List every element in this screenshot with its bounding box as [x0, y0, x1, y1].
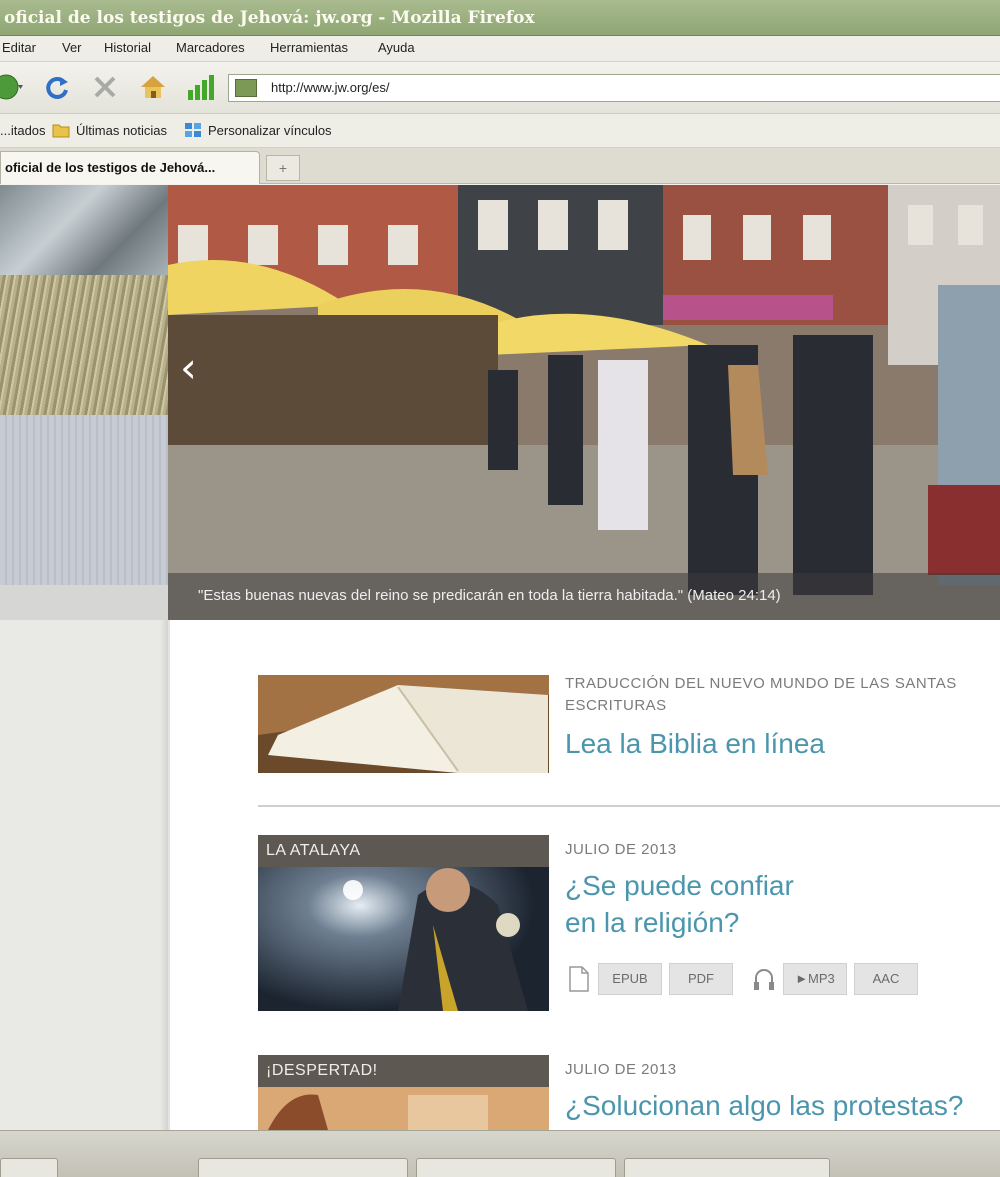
- document-icon: [566, 963, 592, 995]
- home-icon[interactable]: [138, 72, 168, 102]
- menu-herramientas[interactable]: Herramientas: [270, 40, 348, 55]
- bible-thumbnail[interactable]: [258, 675, 549, 773]
- article-headline[interactable]: ¿Solucionan algo las protestas?: [565, 1087, 963, 1124]
- menu-editar[interactable]: Editar: [2, 40, 36, 55]
- taskbar-item-firefox[interactable]: [198, 1158, 408, 1177]
- left-decorative-panel: [0, 185, 168, 1130]
- tab-active[interactable]: oficial de los testigos de Jehová...: [0, 151, 260, 184]
- web-page: ‹ "Estas buenas nuevas del reino se pred…: [0, 185, 1000, 1130]
- window-title: oficial de los testigos de Jehová: jw.or…: [4, 8, 535, 28]
- menu-bar: Editar Ver Historial Marcadores Herramie…: [0, 36, 1000, 62]
- os-taskbar: [0, 1130, 1000, 1177]
- menu-ver[interactable]: Ver: [62, 40, 82, 55]
- taskbar-item-2[interactable]: [416, 1158, 616, 1177]
- bookmark-most-visited[interactable]: ...itados: [0, 123, 46, 138]
- bookmark-customize-links[interactable]: Personalizar vínculos: [208, 123, 332, 138]
- tab-bar: oficial de los testigos de Jehová... +: [0, 148, 1000, 184]
- bookmarks-bar: ...itados Últimas noticias Personalizar …: [0, 114, 1000, 148]
- download-epub-button[interactable]: EPUB: [598, 963, 662, 995]
- thumb-label-text: ¡DESPERTAD!: [266, 1062, 378, 1079]
- article-kicker-line2: ESCRITURAS: [565, 697, 667, 714]
- signal-icon[interactable]: [186, 72, 216, 102]
- new-tab-button[interactable]: +: [266, 155, 300, 181]
- stop-icon[interactable]: [90, 72, 120, 102]
- article-headline-line2[interactable]: en la religión?: [565, 904, 739, 941]
- wall: [0, 415, 168, 585]
- bookmark-latest-news[interactable]: Últimas noticias: [76, 123, 167, 138]
- menu-ayuda[interactable]: Ayuda: [378, 40, 415, 55]
- tab-label: oficial de los testigos de Jehová...: [5, 160, 216, 175]
- article-date: JULIO DE 2013: [565, 841, 677, 858]
- ground: [0, 585, 168, 620]
- back-icon[interactable]: [0, 72, 24, 102]
- awake-thumbnail[interactable]: ¡DESPERTAD!: [258, 1055, 549, 1130]
- thumb-label-text: LA ATALAYA: [266, 842, 361, 859]
- glass-facade: [0, 185, 168, 275]
- article-date: JULIO DE 2013: [565, 1061, 677, 1078]
- section-divider: [258, 805, 1000, 807]
- site-favicon: [235, 79, 257, 97]
- hero-caption: "Estas buenas nuevas del reino se predic…: [168, 573, 1000, 620]
- menu-marcadores[interactable]: Marcadores: [176, 40, 245, 55]
- taskbar-start[interactable]: [0, 1158, 58, 1177]
- download-mp3-button[interactable]: ►MP3: [783, 963, 847, 995]
- article-kicker: TRADUCCIÓN DEL NUEVO MUNDO DE LAS SANTAS: [565, 675, 957, 692]
- grass: [0, 275, 168, 415]
- watchtower-thumbnail[interactable]: LA ATALAYA: [258, 835, 549, 1011]
- link-icon: [184, 122, 202, 138]
- window-titlebar: oficial de los testigos de Jehová: jw.or…: [0, 0, 1000, 36]
- taskbar-item-3[interactable]: [624, 1158, 830, 1177]
- download-aac-button[interactable]: AAC: [854, 963, 918, 995]
- hero-banner: ‹ "Estas buenas nuevas del reino se pred…: [168, 185, 1000, 620]
- hero-prev-arrow[interactable]: ‹: [180, 343, 197, 392]
- headphones-icon: [751, 963, 777, 995]
- url-bar[interactable]: http://www.jw.org/es/: [228, 74, 1000, 102]
- reload-icon[interactable]: [42, 72, 72, 102]
- article-headline-line1[interactable]: ¿Se puede confiar: [565, 867, 794, 904]
- navigation-toolbar: http://www.jw.org/es/: [0, 62, 1000, 114]
- thumb-label: LA ATALAYA: [258, 835, 549, 867]
- hero-caption-text: "Estas buenas nuevas del reino se predic…: [198, 587, 781, 604]
- thumb-label: ¡DESPERTAD!: [258, 1055, 549, 1087]
- download-pdf-button[interactable]: PDF: [669, 963, 733, 995]
- menu-historial[interactable]: Historial: [104, 40, 151, 55]
- hero-photo: [168, 185, 1000, 620]
- article-headline[interactable]: Lea la Biblia en línea: [565, 725, 825, 762]
- url-text: http://www.jw.org/es/: [271, 80, 390, 95]
- panel-shadow: [160, 620, 170, 1130]
- folder-icon: [52, 122, 70, 138]
